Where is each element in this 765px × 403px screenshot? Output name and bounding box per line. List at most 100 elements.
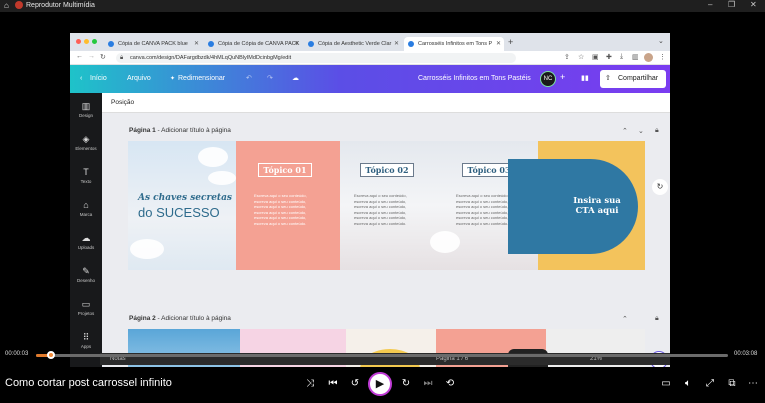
url-field[interactable]: 🔒︎ canva.com/design/DAFargdbzdk/4hMLqQuN…	[116, 53, 516, 63]
browser-tab[interactable]: Cópia de Aesthetic Verde Clar ✕	[304, 37, 402, 51]
topic-2-body[interactable]: Escreva aqui o seu conteúdo, escreva aqu…	[354, 193, 407, 226]
file-menu[interactable]: Arquivo	[127, 75, 151, 83]
browser-tab-active[interactable]: Carrosséis Infinitos em Tons P ✕	[404, 37, 504, 51]
lock-page-icon[interactable]: 🔒︎	[655, 127, 659, 135]
forward-icon[interactable]: →	[88, 53, 95, 60]
browser-tab[interactable]: Cópia de CANVA PACK blue ✕	[104, 37, 202, 51]
redo-icon[interactable]: ↷	[267, 75, 273, 83]
sidebar-item-projects[interactable]: ▭ Projetos	[70, 299, 102, 316]
chevron-down-icon[interactable]: ⌄	[638, 127, 644, 135]
rotate-refresh-icon[interactable]: ↻	[652, 179, 668, 195]
sidebar-item-elements[interactable]: ◈ Elementos	[70, 134, 102, 151]
tab-close-icon[interactable]: ✕	[194, 37, 199, 51]
cloud-sync-icon[interactable]: ☁	[292, 75, 299, 83]
chevron-left-icon[interactable]: ‹	[80, 75, 82, 83]
new-tab-icon[interactable]: +	[508, 37, 513, 47]
fullscreen-icon[interactable]: ⤢	[702, 376, 718, 392]
menu-dots-icon[interactable]: ⋮	[659, 53, 666, 61]
canvas-workspace: Posição Página 1 - Adicionar título à pá…	[102, 93, 670, 367]
resize-menu[interactable]: Redimensionar	[178, 75, 225, 83]
seek-handle[interactable]	[47, 351, 56, 359]
canva-sidebar: ▥ Design ◈ Elementos T Texto ⌂ Marca ☁ Upload…	[70, 93, 102, 367]
sidebar-item-label: Projetos	[77, 311, 95, 316]
sidebar-item-text[interactable]: T Texto	[70, 167, 102, 184]
app-title: Reprodutor Multimídia	[26, 2, 95, 9]
time-current: 00:00:03	[5, 351, 29, 357]
volume-icon[interactable]: 🔈︎	[680, 376, 696, 392]
shuffle-icon[interactable]: ⤨	[302, 376, 318, 392]
undo-icon[interactable]: ↶	[246, 75, 252, 83]
cast-icon[interactable]: ⧉	[724, 376, 740, 392]
user-avatar[interactable]: NC	[540, 71, 556, 87]
page-number: Página 2	[129, 315, 156, 322]
browser-tab[interactable]: Cópia de Cópia de CANVA PACK ✕	[204, 37, 302, 51]
home-menu[interactable]: Início	[90, 75, 107, 83]
reload-icon[interactable]: ↻	[100, 53, 106, 61]
cover-headline-line1[interactable]: As chaves secretas	[138, 193, 232, 203]
maximize-icon[interactable]: ❐	[728, 0, 735, 9]
page-2-label[interactable]: Página 2 - Adicionar título à página	[129, 315, 231, 322]
add-page-title[interactable]: Adicionar título à página	[161, 315, 231, 322]
sidebar-item-brand[interactable]: ⌂ Marca	[70, 200, 102, 217]
insights-chart-icon[interactable]: ▮▮	[581, 75, 589, 83]
previous-icon[interactable]: ⏮	[325, 376, 341, 392]
window-close-dot[interactable]	[76, 39, 81, 44]
tab-close-icon[interactable]: ✕	[294, 37, 299, 51]
apps-icon: ⠿	[82, 332, 90, 342]
topic-3-body[interactable]: Escreva aqui o seu conteúdo, escreva aqu…	[456, 193, 509, 226]
forward-icon[interactable]: ↻	[398, 376, 414, 392]
text-icon: T	[83, 167, 89, 177]
sidebar-item-label: Desenho	[76, 278, 95, 283]
layout-icon: ▥	[81, 101, 91, 111]
topic-2-title[interactable]: Tópico 02	[360, 163, 414, 177]
window-minimize-dot[interactable]	[84, 39, 89, 44]
extension-icon[interactable]: ▣	[592, 53, 599, 61]
chevron-up-icon[interactable]: ⌃	[622, 127, 628, 135]
tab-list-icon[interactable]: ⌄	[658, 37, 664, 45]
close-icon[interactable]: ✕	[750, 0, 757, 9]
sidebar-item-design[interactable]: ▥ Design	[70, 101, 102, 118]
tab-close-icon[interactable]: ✕	[394, 37, 399, 51]
sidebar-item-uploads[interactable]: ☁ Uploads	[70, 233, 102, 250]
canva-header: ‹ Início Arquivo ✦ Redimensionar ↶ ↷ ☁ C…	[70, 65, 670, 93]
home-icon[interactable]: ⌂	[4, 1, 9, 10]
share-page-icon[interactable]: ⇪	[564, 53, 570, 61]
puzzle-icon[interactable]: ✚	[606, 53, 612, 61]
sidebar-item-label: Marca	[79, 212, 93, 217]
cover-headline-line2[interactable]: do SUCESSO	[138, 205, 220, 220]
window-maximize-dot[interactable]	[92, 39, 97, 44]
position-button[interactable]: Posição	[111, 99, 134, 106]
lock-page-icon[interactable]: 🔒︎	[655, 315, 659, 323]
sidebar-item-apps[interactable]: ⠿ Apps	[70, 332, 102, 349]
minimize-icon[interactable]: –	[708, 0, 712, 9]
video-title: Como cortar post carrossel infinito	[5, 377, 172, 389]
back-icon[interactable]: ←	[76, 53, 83, 60]
subtitles-icon[interactable]: ▭	[658, 376, 674, 392]
chevron-up-icon[interactable]: ⌃	[622, 315, 628, 323]
share-button[interactable]: ⇧ Compartilhar	[600, 70, 666, 88]
page-1-canvas[interactable]: As chaves secretas do SUCESSO Tópico 01 …	[128, 141, 645, 270]
profile-avatar[interactable]	[644, 53, 653, 62]
page-1-label[interactable]: Página 1 - Adicionar título à página	[129, 127, 231, 134]
browser-window: Cópia de CANVA PACK blue ✕ Cópia de Cópia…	[70, 33, 670, 367]
design-title[interactable]: Carrosséis Infinitos em Tons Pastéis	[418, 75, 531, 83]
topic-1-title[interactable]: Tópico 01	[258, 163, 312, 177]
sparkle-icon: ✦	[170, 76, 176, 82]
seek-bar[interactable]	[36, 354, 728, 357]
tab-label: Cópia de Cópia de CANVA PACK	[218, 41, 300, 47]
rewind-icon[interactable]: ↺	[347, 376, 363, 392]
lock-icon: 🔒︎	[120, 55, 124, 61]
play-button[interactable]: ▶	[368, 372, 392, 396]
bookmark-star-icon[interactable]: ☆	[578, 53, 584, 61]
more-options-icon[interactable]: ⋯	[745, 376, 761, 392]
topic-1-body[interactable]: Escreva aqui o seu conteúdo, escreva aqu…	[254, 193, 307, 226]
next-icon[interactable]: ⏭	[420, 376, 436, 392]
sidepanel-icon[interactable]: ▥	[632, 53, 639, 61]
cta-text[interactable]: Insira sua CTA aqui	[566, 196, 628, 216]
add-page-title[interactable]: Adicionar título à página	[161, 127, 231, 134]
tab-close-icon[interactable]: ✕	[496, 37, 501, 51]
sidebar-item-draw[interactable]: ✎ Desenho	[70, 266, 102, 283]
repeat-off-icon[interactable]: ⟲	[442, 376, 458, 392]
add-collaborator-icon[interactable]: +	[560, 73, 565, 82]
download-icon[interactable]: ⤓	[620, 53, 623, 61]
